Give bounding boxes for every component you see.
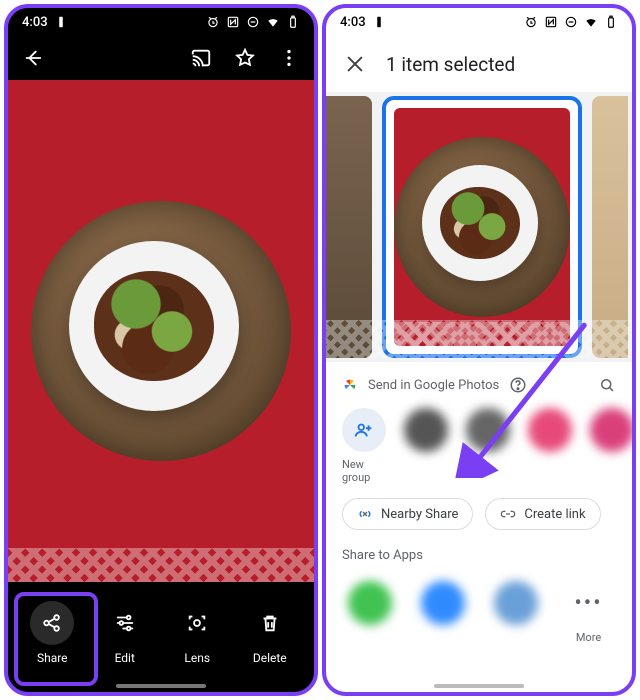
nav-bar <box>116 684 206 688</box>
cast-icon[interactable] <box>190 47 212 69</box>
battery-icon <box>286 15 300 29</box>
contact-avatar[interactable] <box>466 408 510 452</box>
alarm-icon <box>524 15 538 29</box>
more-apps-button[interactable]: ••• More <box>567 581 611 644</box>
lens-label: Lens <box>184 651 210 665</box>
edit-button[interactable]: Edit <box>103 601 147 665</box>
contact-avatar[interactable] <box>404 408 448 452</box>
contact-avatar[interactable] <box>590 408 634 452</box>
share-button[interactable]: Share <box>30 601 74 665</box>
search-icon[interactable] <box>598 376 616 394</box>
share-sheet-screen: 4:03 1 item selected <box>322 4 636 696</box>
share-label: Share <box>37 651 68 665</box>
delete-button[interactable]: Delete <box>248 601 292 665</box>
status-clock: 4:03 <box>340 15 366 30</box>
wifi-icon <box>266 15 280 29</box>
storage-icon <box>372 15 386 29</box>
contacts-row: New group <box>342 408 616 484</box>
status-bar: 4:03 <box>326 8 632 36</box>
nearby-share-label: Nearby Share <box>381 507 458 522</box>
nfc-icon <box>226 15 240 29</box>
close-icon[interactable] <box>344 53 366 75</box>
more-icon[interactable] <box>278 47 300 69</box>
nfc-icon <box>544 15 558 29</box>
share-sheet: Send in Google Photos New group <box>326 362 632 692</box>
back-icon[interactable] <box>22 47 44 69</box>
dnd-icon <box>564 15 578 29</box>
contact-avatar[interactable] <box>528 408 572 452</box>
photo-content <box>31 201 291 461</box>
lens-button[interactable]: Lens <box>175 601 219 665</box>
storage-icon <box>54 15 68 29</box>
alarm-icon <box>206 15 220 29</box>
prev-thumbnail[interactable] <box>326 96 372 358</box>
selected-thumbnail[interactable] <box>382 96 582 358</box>
share-app[interactable] <box>348 581 392 625</box>
new-group-button[interactable]: New group <box>342 408 386 484</box>
more-label: More <box>576 631 601 644</box>
delete-label: Delete <box>253 651 287 665</box>
new-group-label: New group <box>342 458 386 484</box>
status-clock: 4:03 <box>22 15 48 30</box>
nearby-share-button[interactable]: Nearby Share <box>342 498 473 530</box>
photos-app-icon <box>342 377 358 393</box>
help-icon[interactable] <box>509 376 527 394</box>
top-bar <box>8 36 314 80</box>
create-link-label: Create link <box>524 507 585 522</box>
star-icon[interactable] <box>234 47 256 69</box>
bottom-actions: Share Edit Lens Delete <box>8 582 314 692</box>
photo[interactable] <box>8 80 314 582</box>
edit-label: Edit <box>115 651 135 665</box>
selection-title: 1 item selected <box>386 53 515 76</box>
apps-row: ••• More <box>342 577 616 644</box>
wifi-icon <box>584 15 598 29</box>
next-thumbnail[interactable] <box>592 96 628 358</box>
create-link-button[interactable]: Create link <box>485 498 600 530</box>
send-in-photos-label[interactable]: Send in Google Photos <box>368 378 499 393</box>
nav-bar <box>434 684 524 688</box>
status-bar: 4:03 <box>8 8 314 36</box>
share-app[interactable] <box>421 581 465 625</box>
dnd-icon <box>246 15 260 29</box>
share-to-apps-label: Share to Apps <box>342 548 616 563</box>
thumbnail-strip[interactable] <box>326 92 632 362</box>
share-app[interactable] <box>494 581 538 625</box>
photo-viewer-screen: 4:03 <box>4 4 318 696</box>
battery-icon <box>604 15 618 29</box>
selection-header: 1 item selected <box>326 36 632 92</box>
